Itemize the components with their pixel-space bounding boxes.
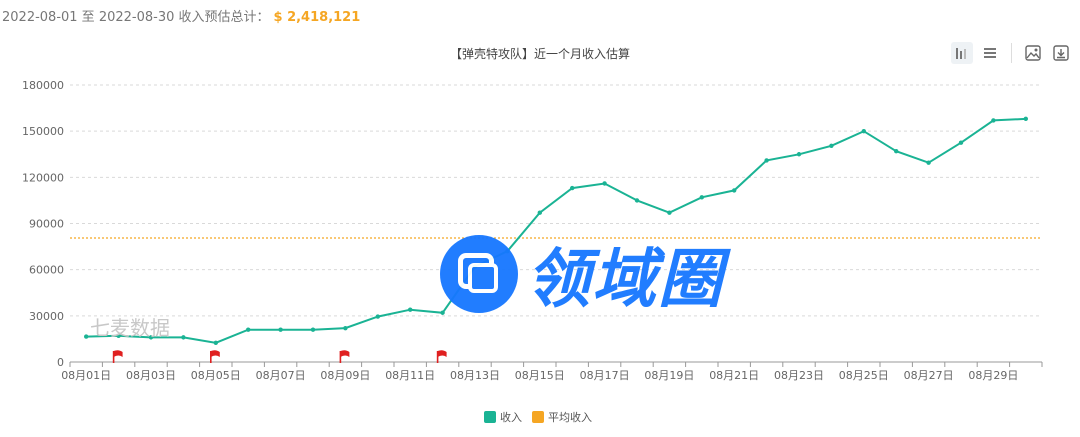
flag-cloth — [113, 350, 123, 357]
flag-cloth — [340, 350, 350, 357]
x-tick-label: 08月11日 — [385, 369, 435, 382]
event-flag-icon[interactable] — [112, 350, 123, 363]
event-flag-icon[interactable] — [339, 350, 350, 363]
revenue-line-chart: 【弹壳特攻队】近一个月收入估算 0 30000 60000 90000 120000 15… — [22, 46, 1043, 424]
chart-title: 【弹壳特攻队】近一个月收入估算 — [450, 46, 630, 61]
data-point[interactable] — [84, 334, 89, 339]
chart-legend: 收入 平均收入 — [484, 410, 592, 424]
data-point[interactable] — [246, 327, 251, 332]
data-point[interactable] — [408, 307, 413, 312]
data-point[interactable] — [732, 188, 737, 193]
data-point[interactable] — [213, 340, 218, 345]
event-flag-icon[interactable] — [210, 350, 220, 363]
data-point[interactable] — [537, 210, 542, 215]
x-tick-label: 08月13日 — [450, 369, 500, 382]
x-tick-label: 08月17日 — [580, 369, 630, 382]
y-tick-label: 90000 — [29, 218, 64, 231]
x-tick-label: 08月05日 — [191, 369, 241, 382]
x-axis: 08月01日 08月03日 08月05日 08月07日 08月09日 08月11日 08月1… — [61, 361, 1043, 382]
x-tick-label: 08月01日 — [61, 369, 111, 382]
data-point[interactable] — [472, 264, 478, 269]
data-point[interactable] — [310, 327, 316, 332]
data-point[interactable] — [343, 325, 348, 331]
data-point[interactable] — [602, 181, 607, 186]
data-point[interactable] — [764, 158, 769, 163]
y-tick-label: 150000 — [22, 125, 64, 138]
series-income — [84, 116, 1028, 345]
legend-swatch — [532, 411, 544, 423]
legend-item[interactable]: 平均收入 — [532, 410, 592, 424]
data-point[interactable] — [1023, 116, 1028, 122]
data-point[interactable] — [829, 143, 834, 148]
data-point[interactable] — [894, 148, 899, 154]
legend-item[interactable]: 收入 — [484, 410, 522, 424]
data-point[interactable] — [796, 152, 802, 157]
data-point[interactable] — [570, 185, 575, 191]
legend-label: 平均收入 — [548, 410, 592, 424]
x-tick-label: 08月27日 — [904, 369, 954, 382]
data-point[interactable] — [926, 160, 931, 165]
data-point[interactable] — [278, 327, 283, 332]
data-point[interactable] — [181, 335, 186, 340]
event-flag-icon[interactable] — [436, 350, 447, 363]
data-point[interactable] — [440, 310, 445, 315]
x-tick-label: 08月29日 — [968, 369, 1018, 382]
series-line-income — [86, 117, 1026, 344]
x-tick-label: 08月09日 — [320, 369, 370, 382]
x-tick-label: 08月25日 — [839, 369, 889, 382]
y-axis: 0 30000 60000 90000 120000 150000 180000 — [22, 79, 64, 369]
data-point[interactable] — [667, 210, 672, 215]
x-tick-label: 08月07日 — [256, 369, 306, 382]
x-tick-label: 08月03日 — [126, 369, 176, 382]
data-point[interactable] — [505, 249, 510, 254]
x-tick-label: 08月21日 — [709, 369, 759, 382]
data-point[interactable] — [861, 128, 866, 134]
event-flags — [112, 350, 447, 363]
data-point[interactable] — [958, 140, 964, 145]
legend-swatch — [484, 411, 496, 423]
y-tick-label: 180000 — [22, 79, 64, 92]
x-tick-label: 08月15日 — [515, 369, 565, 382]
data-point[interactable] — [634, 198, 640, 203]
flag-cloth — [210, 350, 220, 357]
y-tick-label: 0 — [57, 356, 64, 369]
y-tick-label: 120000 — [22, 171, 64, 184]
y-tick-label: 30000 — [29, 310, 64, 323]
y-tick-label: 60000 — [29, 264, 64, 277]
data-point[interactable] — [116, 333, 121, 339]
data-point[interactable] — [991, 118, 996, 123]
x-tick-label: 08月19日 — [644, 369, 694, 382]
legend-label: 收入 — [500, 410, 522, 424]
flag-cloth — [437, 350, 447, 357]
x-tick-label: 08月23日 — [774, 369, 824, 382]
data-point[interactable] — [375, 314, 380, 319]
data-point[interactable] — [699, 195, 704, 200]
data-point[interactable] — [148, 335, 154, 340]
